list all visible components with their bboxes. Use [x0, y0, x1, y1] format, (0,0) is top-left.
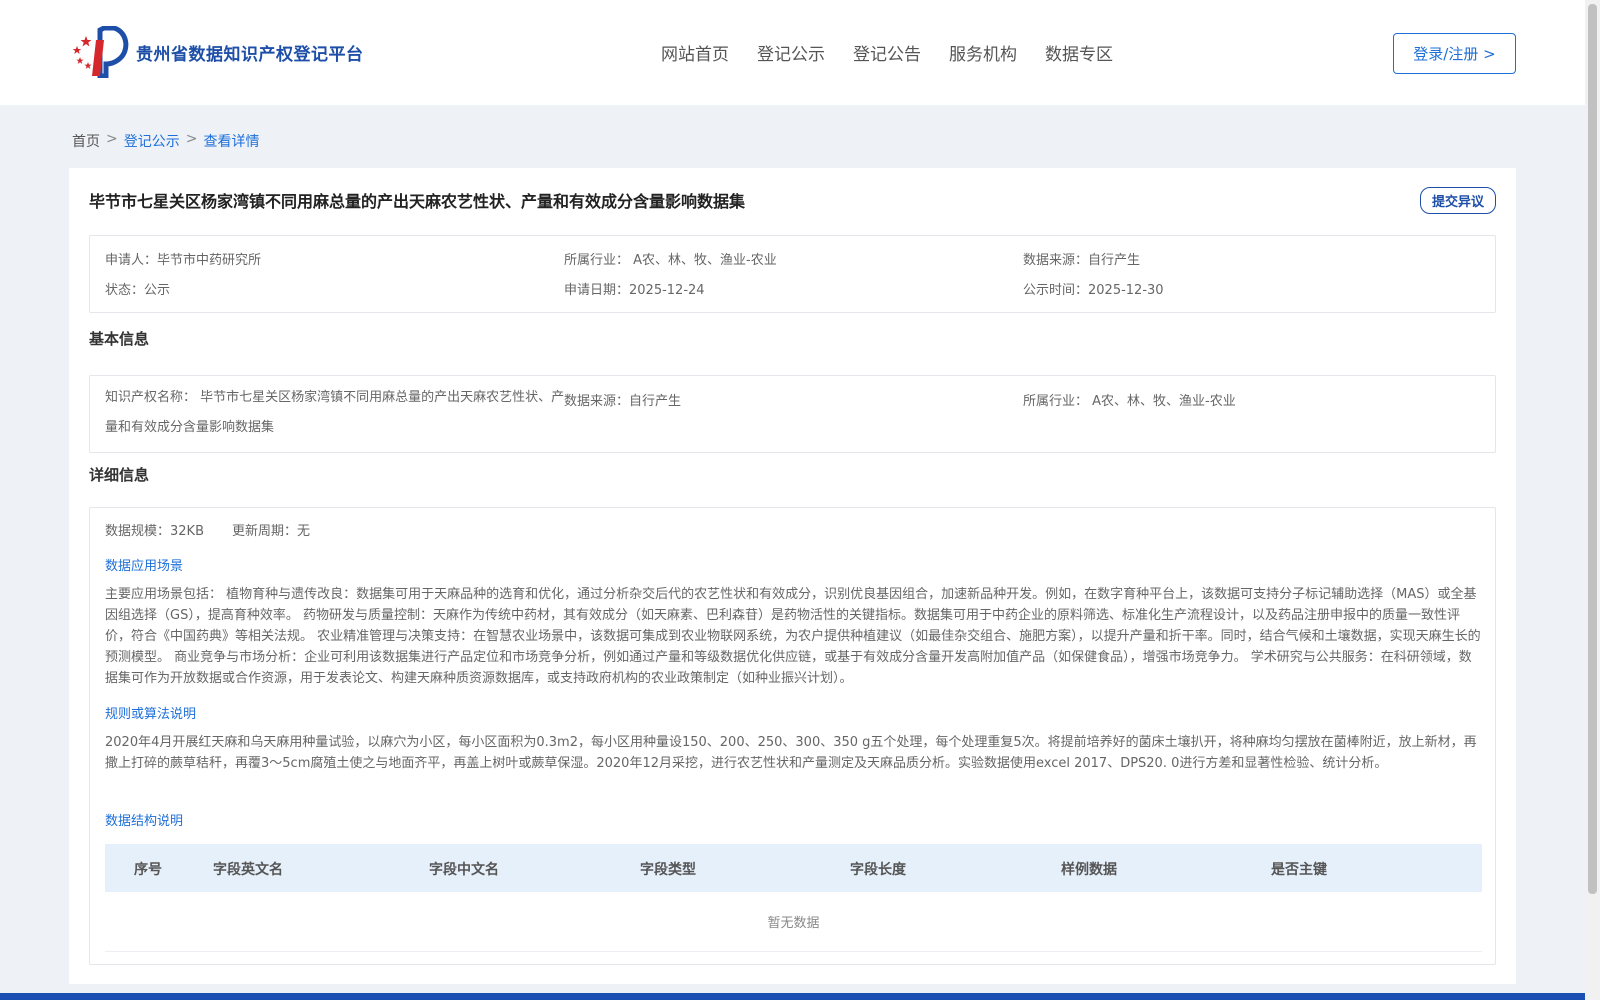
status-label: 状态：	[105, 283, 145, 298]
th-sample-data: 样例数据	[1061, 862, 1117, 878]
basic-industry-field: 所属行业： A农、林、牧、渔业-农业	[1023, 390, 1236, 409]
meta-info-box: 申请人：毕节市中药研究所 所属行业： A农、林、牧、渔业-农业 数据来源：自行产…	[89, 235, 1496, 313]
detail-info-box: 数据规模：32KB 更新周期：无 数据应用场景 主要应用场景包括： 植物育种与遗…	[89, 507, 1496, 965]
nav-registration-publicity[interactable]: 登记公示	[757, 40, 825, 65]
industry-field: 所属行业： A农、林、牧、渔业-农业	[564, 249, 777, 268]
nav-service-agencies[interactable]: 服务机构	[949, 40, 1017, 65]
publish-date-field: 公示时间：2025-12-30	[1023, 279, 1164, 298]
breadcrumb-separator: >	[106, 131, 118, 147]
basic-source-field: 数据来源：自行产生	[564, 390, 681, 409]
status-value: 公示	[144, 283, 171, 298]
page-scrollbar[interactable]	[1585, 0, 1600, 1000]
apply-date-label: 申请日期：	[564, 283, 630, 298]
detail-card: 毕节市七星关区杨家湾镇不同用麻总量的产出天麻农艺性状、产量和有效成分含量影响数据…	[69, 168, 1516, 984]
nav-home[interactable]: 网站首页	[661, 40, 729, 65]
login-register-button[interactable]: 登录/注册 >	[1393, 33, 1516, 74]
publish-date-value: 2025-12-30	[1088, 283, 1164, 298]
apply-date-value: 2025-12-24	[629, 283, 705, 298]
source-value: 自行产生	[1088, 253, 1141, 268]
scenario-text: 主要应用场景包括： 植物育种与遗传改良：数据集可用于天麻品种的选育和优化，通过分…	[105, 587, 1481, 686]
logo-text: 贵州省数据知识产权登记平台	[136, 44, 364, 65]
ip-name-label: 知识产权名称：	[105, 390, 197, 405]
basic-industry-value: A农、林、牧、渔业-农业	[1092, 394, 1236, 409]
structure-heading: 数据结构说明	[105, 814, 184, 829]
applicant-field: 申请人：毕节市中药研究所	[105, 249, 261, 268]
applicant-label: 申请人：	[105, 253, 158, 268]
ip-name-field: 知识产权名称： 毕节市七星关区杨家湾镇不同用麻总量的产出天麻农艺性状、产量和有效…	[105, 383, 570, 443]
scenario-heading: 数据应用场景	[105, 559, 184, 574]
submit-objection-button[interactable]: 提交异议	[1420, 187, 1496, 214]
rules-text: 2020年4月开展红天麻和乌天麻用种量试验，以麻穴为小区，每小区面积为0.3m2…	[105, 735, 1477, 771]
source-label: 数据来源：	[1023, 253, 1089, 268]
industry-value: A农、林、牧、渔业-农业	[633, 253, 777, 268]
detail-info-heading: 详细信息	[89, 466, 150, 484]
basic-industry-label: 所属行业：	[1023, 394, 1089, 409]
industry-label: 所属行业：	[564, 253, 630, 268]
publish-date-label: 公示时间：	[1023, 283, 1089, 298]
rules-heading: 规则或算法说明	[105, 707, 197, 722]
structure-table-header: 序号 字段英文名 字段中文名 字段类型 字段长度 样例数据 是否主键	[105, 844, 1482, 892]
top-header: 贵州省数据知识产权登记平台 网站首页 登记公示 登记公告 服务机构 数据专区 登…	[0, 0, 1585, 105]
basic-info-box: 知识产权名称： 毕节市七星关区杨家湾镇不同用麻总量的产出天麻农艺性状、产量和有效…	[89, 375, 1496, 453]
status-field: 状态：公示	[105, 279, 170, 298]
scrollbar-thumb[interactable]	[1588, 4, 1597, 894]
basic-info-heading: 基本信息	[89, 330, 150, 348]
footer-bar	[0, 993, 1585, 1000]
breadcrumb-home[interactable]: 首页	[72, 131, 100, 151]
nav-data-zone[interactable]: 数据专区	[1045, 40, 1113, 65]
logo-emblem-icon	[72, 26, 129, 78]
basic-source-label: 数据来源：	[564, 394, 630, 409]
breadcrumb-publicity[interactable]: 登记公示	[124, 131, 180, 151]
dataset-title: 毕节市七星关区杨家湾镇不同用麻总量的产出天麻农艺性状、产量和有效成分含量影响数据…	[89, 192, 746, 211]
th-field-en: 字段英文名	[213, 862, 283, 878]
th-field-length: 字段长度	[850, 862, 906, 878]
th-primary-key: 是否主键	[1271, 862, 1327, 878]
basic-source-value: 自行产生	[629, 394, 682, 409]
update-cycle-value: 无	[297, 524, 311, 539]
th-field-type: 字段类型	[640, 862, 696, 878]
scale-field: 数据规模：32KB	[105, 520, 204, 539]
source-field: 数据来源：自行产生	[1023, 249, 1140, 268]
update-cycle-label: 更新周期：	[232, 524, 298, 539]
apply-date-field: 申请日期：2025-12-24	[564, 279, 705, 298]
main-nav: 网站首页 登记公示 登记公告 服务机构 数据专区	[661, 40, 1141, 65]
nav-registration-announcement[interactable]: 登记公告	[853, 40, 921, 65]
site-logo[interactable]: 贵州省数据知识产权登记平台	[70, 26, 364, 78]
update-cycle-field: 更新周期：无	[232, 520, 310, 539]
th-field-cn: 字段中文名	[429, 862, 499, 878]
scale-label: 数据规模：	[105, 524, 171, 539]
breadcrumb: 首页 > 登记公示 > 查看详情	[72, 131, 265, 151]
breadcrumb-current: 查看详情	[203, 134, 260, 150]
breadcrumb-separator: >	[185, 131, 198, 147]
scale-value: 32KB	[170, 524, 205, 539]
th-index: 序号	[134, 862, 162, 878]
table-empty-state: 暂无数据	[105, 892, 1482, 952]
applicant-value: 毕节市中药研究所	[157, 253, 262, 268]
